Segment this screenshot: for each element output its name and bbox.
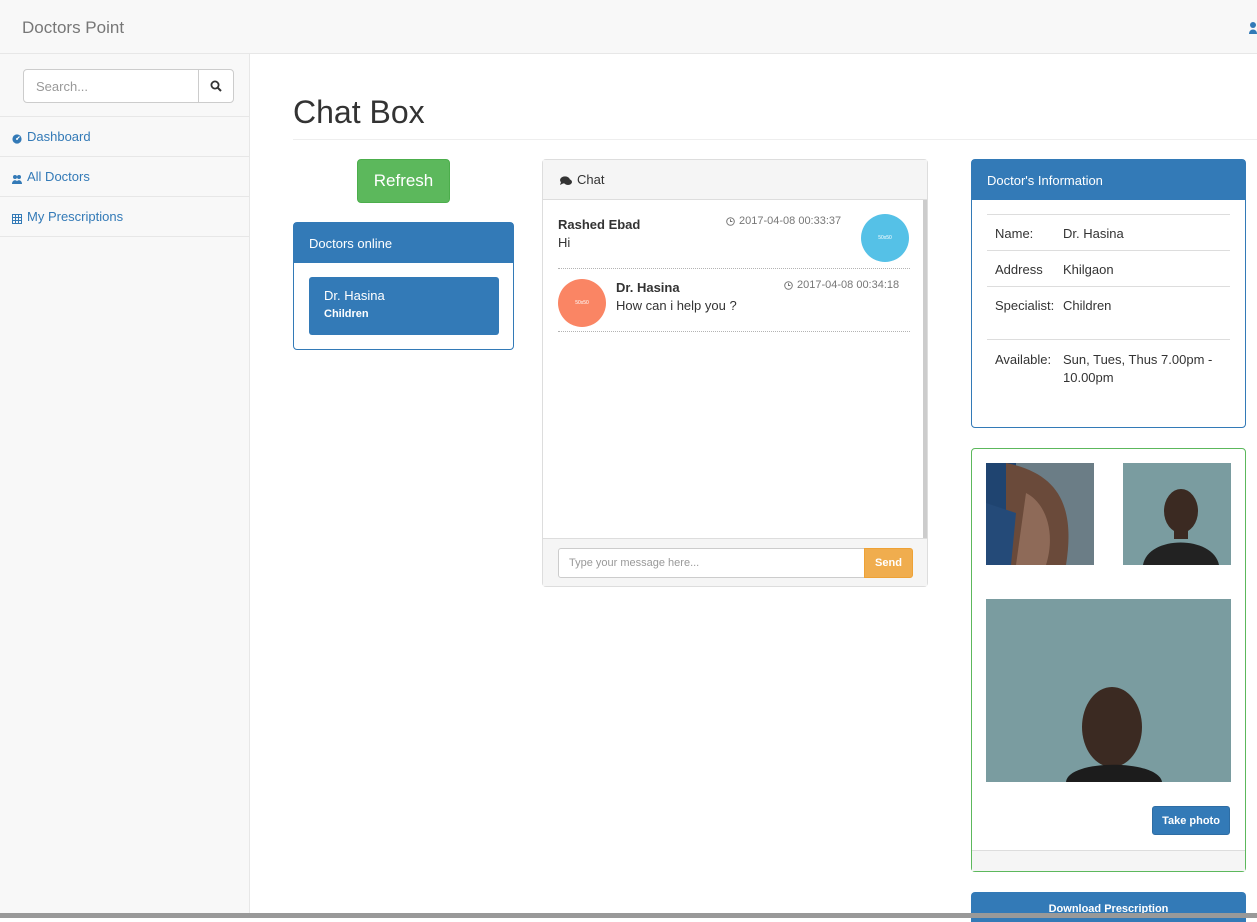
sidebar-item-dashboard[interactable]: Dashboard (0, 117, 249, 157)
doctor-online-card[interactable]: Dr. Hasina Children (309, 277, 499, 335)
user-icon[interactable] (1249, 22, 1257, 34)
doctor-info-panel: Doctor's Information Name: Dr. Hasina Ad… (971, 159, 1246, 428)
brand-link[interactable]: Doctors Point (22, 18, 124, 38)
title-divider (293, 139, 1257, 140)
sidebar-item-label: My Prescriptions (27, 209, 124, 224)
doctor-info-title: Doctor's Information (972, 160, 1245, 200)
doctor-avatar: 50x50 (558, 279, 606, 327)
table-icon (12, 212, 22, 224)
search-button[interactable] (198, 69, 234, 103)
take-photo-button[interactable]: Take photo (1152, 806, 1230, 835)
window-bottom-bar (0, 913, 1257, 918)
sidebar-nav: Dashboard All Doctors My Prescriptions (0, 116, 249, 237)
search-icon (210, 80, 222, 92)
chat-message: 50x50 Dr. Hasina How can i help you ? 20… (558, 269, 910, 332)
doctors-online-title: Doctors online (294, 223, 513, 263)
message-sender: Rashed Ebad (558, 217, 641, 232)
message-time: 2017-04-08 00:33:37 (726, 215, 841, 227)
message-text: Hi (558, 235, 571, 250)
info-row-specialist: Specialist: Children (987, 286, 1230, 339)
message-text: How can i help you ? (616, 298, 737, 313)
sidebar: Dashboard All Doctors My Prescriptions (0, 54, 250, 918)
users-icon (12, 172, 22, 184)
sidebar-item-all-doctors[interactable]: All Doctors (0, 157, 249, 197)
info-row-available: Available: Sun, Tues, Thus 7.00pm - 10.0… (987, 339, 1230, 393)
sender-avatar: 50x50 (861, 214, 909, 262)
refresh-button[interactable]: Refresh (357, 159, 450, 203)
chat-footer: Send (543, 538, 927, 586)
top-navbar: Doctors Point (0, 0, 1257, 54)
captured-photo-1 (986, 463, 1094, 565)
sidebar-item-my-prescriptions[interactable]: My Prescriptions (0, 197, 249, 237)
chat-panel: Chat Rashed Ebad Hi 2017-04-08 00:33:37 … (542, 159, 928, 587)
comments-icon (560, 174, 572, 185)
doctors-online-panel: Doctors online Dr. Hasina Children (293, 222, 514, 350)
doctor-info-table: Name: Dr. Hasina Address Khilgaon Specia… (987, 214, 1230, 393)
sidebar-item-label: All Doctors (27, 169, 90, 184)
info-row-address: Address Khilgaon (987, 250, 1230, 286)
clock-icon (784, 280, 793, 290)
doctor-name: Dr. Hasina (324, 288, 385, 303)
sidebar-item-label: Dashboard (27, 129, 91, 144)
live-video-feed (986, 599, 1231, 782)
chat-header: Chat (543, 160, 927, 200)
search-group (23, 69, 234, 103)
message-input[interactable] (558, 548, 865, 578)
message-time: 2017-04-08 00:34:18 (784, 279, 899, 291)
captured-photo-2 (1123, 463, 1231, 565)
doctor-specialty: Children (324, 308, 369, 320)
chat-title: Chat (577, 172, 605, 187)
dashboard-icon (12, 132, 22, 144)
video-panel-footer (972, 850, 1245, 871)
send-button[interactable]: Send (864, 548, 913, 578)
page-title: Chat Box (293, 94, 425, 130)
chat-messages[interactable]: Rashed Ebad Hi 2017-04-08 00:33:37 50x50… (543, 200, 927, 538)
info-row-name: Name: Dr. Hasina (987, 214, 1230, 250)
clock-icon (726, 216, 735, 226)
video-call-panel: Take photo (971, 448, 1246, 872)
chat-message: Rashed Ebad Hi 2017-04-08 00:33:37 50x50 (558, 200, 910, 269)
message-sender: Dr. Hasina (616, 280, 680, 295)
search-input[interactable] (23, 69, 199, 103)
